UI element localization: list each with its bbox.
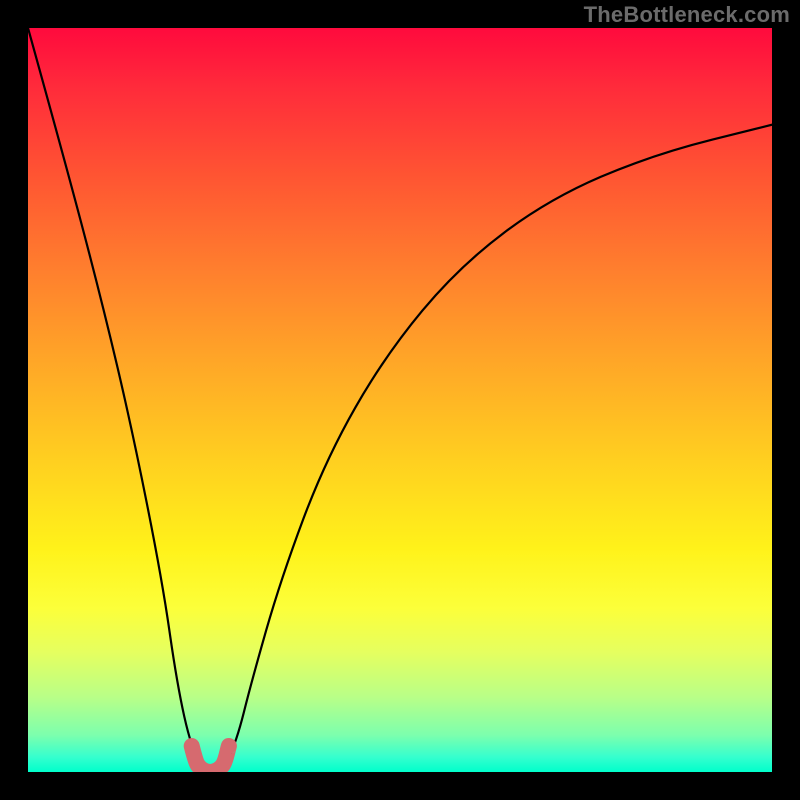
chart-svg (28, 28, 772, 772)
plot-area (28, 28, 772, 772)
watermark-text: TheBottleneck.com (584, 2, 790, 28)
outer-frame: TheBottleneck.com (0, 0, 800, 800)
minimum-highlight-path (192, 746, 229, 772)
bottleneck-curve-path (28, 28, 772, 772)
